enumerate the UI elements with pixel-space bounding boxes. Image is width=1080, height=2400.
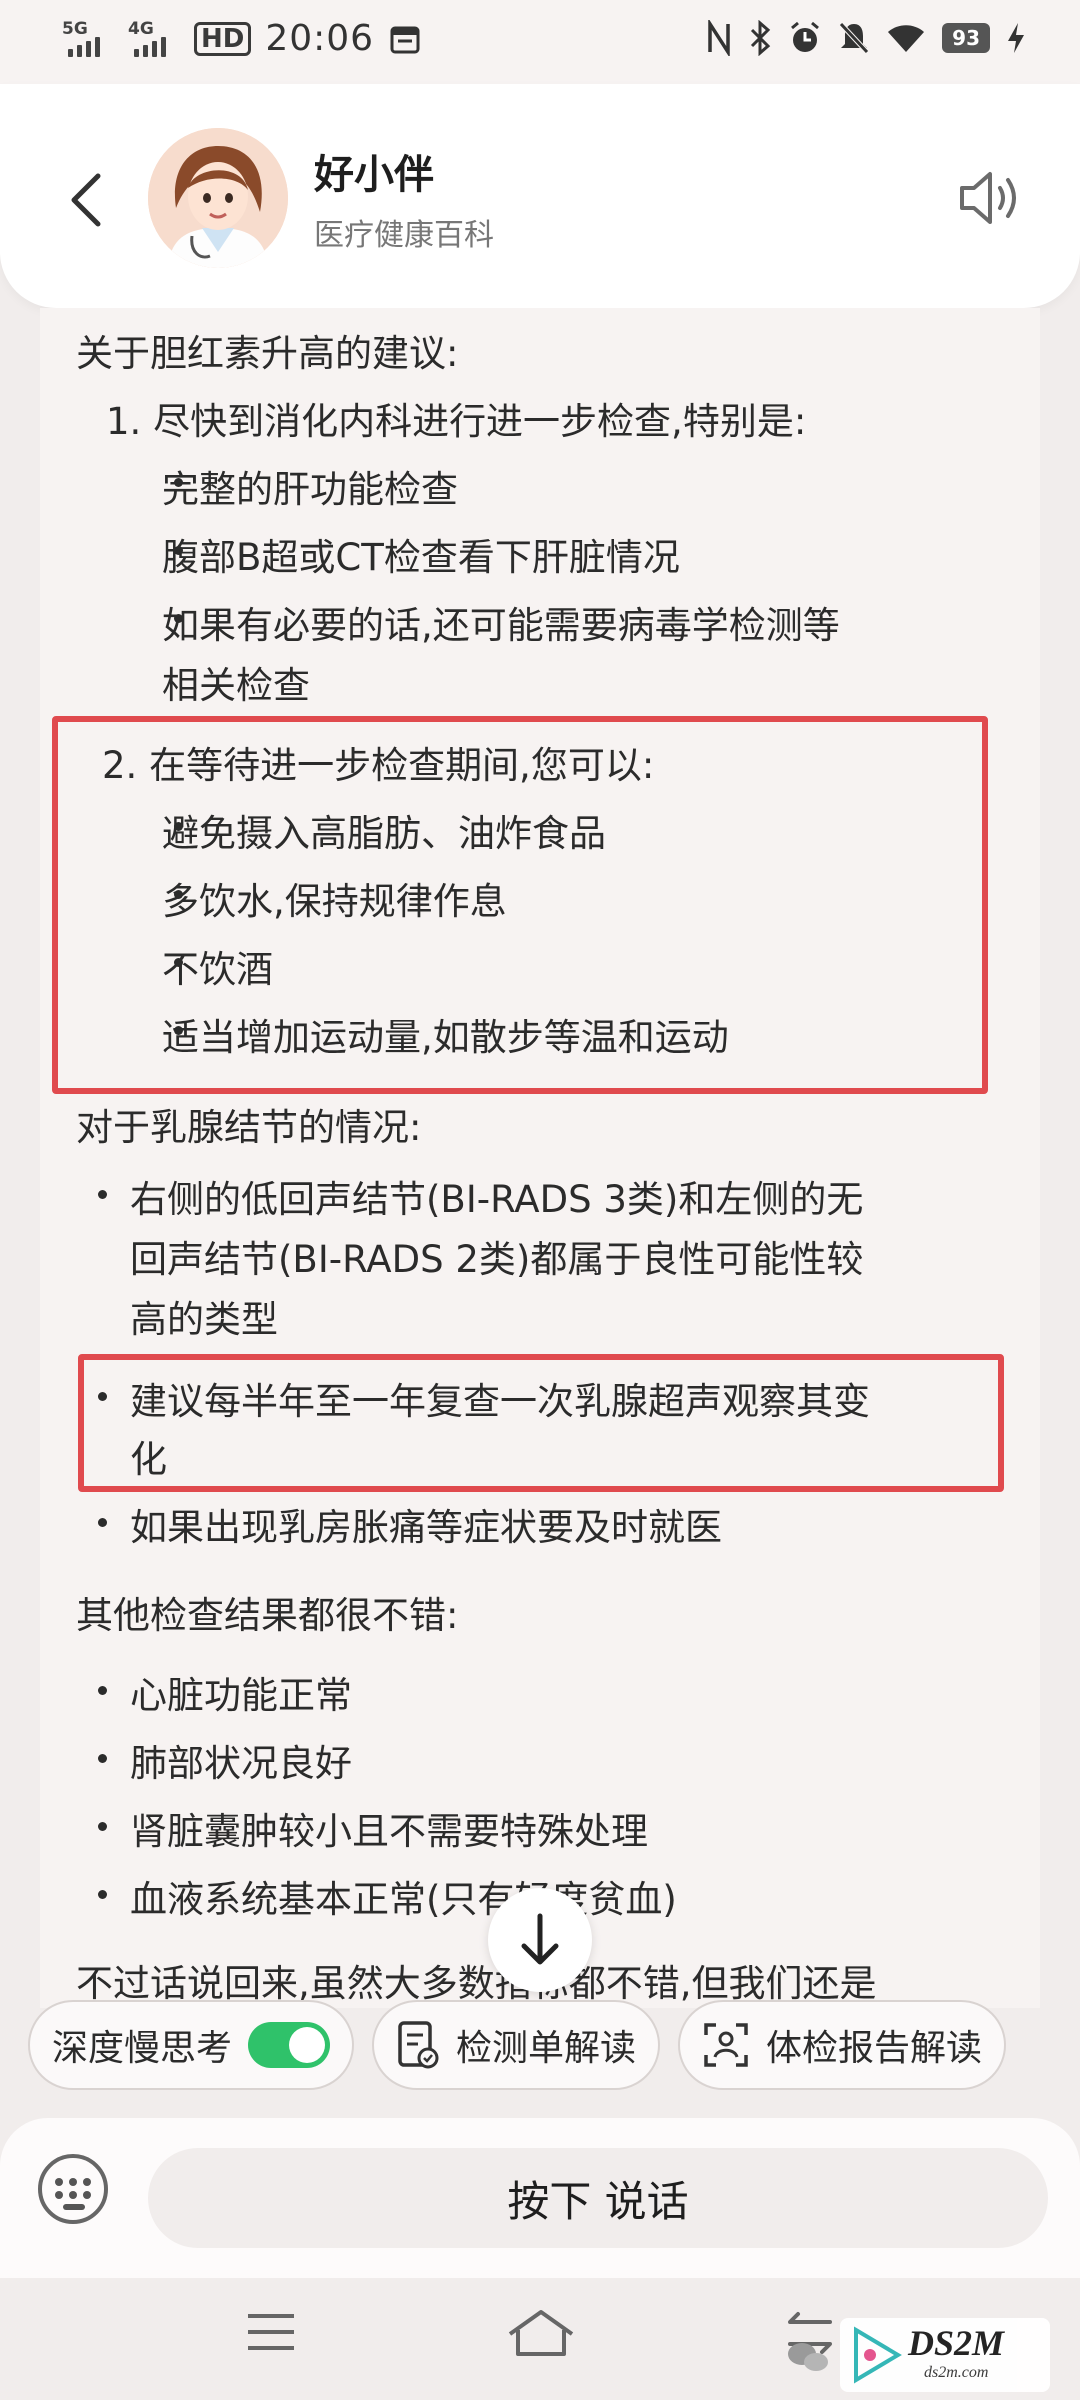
list-item-continued: 回声结节(BI-RADS 2类)都属于良性可能性较 — [130, 1238, 864, 1281]
signal-4g-label: 4G — [128, 18, 154, 39]
ds2m-logo-icon — [854, 2326, 902, 2384]
assistant-name: 好小伴 — [314, 152, 434, 198]
list-item: 肺部状况良好 — [130, 1742, 352, 1785]
checkup-report-label: 体检报告解读 — [766, 2028, 983, 2069]
list-item: 如果出现乳房胀痛等症状要及时就医 — [130, 1506, 722, 1549]
arrow-down-icon — [521, 1913, 559, 1965]
highlight-box — [78, 1354, 1004, 1492]
lab-report-chip[interactable]: 检测单解读 — [372, 2000, 661, 2090]
section-heading-bilirubin: 关于胆红素升高的建议: — [76, 332, 459, 375]
speaker-icon[interactable] — [956, 162, 1028, 234]
section-heading-others: 其他检查结果都很不错: — [76, 1594, 459, 1637]
list-item-continued: 高的类型 — [130, 1298, 278, 1341]
list-item-continued: 相关检查 — [162, 664, 310, 707]
lab-report-label: 检测单解读 — [456, 2028, 637, 2069]
charging-icon — [1008, 23, 1024, 53]
deep-think-label: 深度慢思考 — [52, 2028, 233, 2069]
signal-4g-icon: 4G — [128, 19, 180, 59]
hd-voice-icon: HD — [194, 21, 252, 56]
avatar[interactable] — [148, 128, 288, 268]
ds2m-watermark: DS2M ds2m.com — [840, 2318, 1050, 2392]
status-bar: 5G 4G HD 20:06 93 — [0, 0, 1080, 84]
list-item: 肾脏囊肿较小且不需要特殊处理 — [130, 1810, 648, 1853]
bluetooth-icon — [751, 20, 771, 56]
document-check-icon — [398, 2021, 439, 2069]
watermark-url: ds2m.com — [924, 2364, 989, 2381]
signal-5g-icon: 5G — [62, 19, 114, 59]
input-bar: 按下 说话 — [0, 2118, 1080, 2278]
alarm-icon — [791, 21, 820, 52]
list-item: 腹部B超或CT检查看下肝脏情况 — [162, 536, 680, 579]
nfc-icon — [708, 20, 730, 56]
section-heading-breast: 对于乳腺结节的情况: — [76, 1106, 422, 1149]
hold-to-talk-button[interactable]: 按下 说话 — [148, 2148, 1048, 2248]
deep-think-toggle[interactable] — [248, 2022, 331, 2068]
list-item: 如果有必要的话,还可能需要病毒学检测等 — [162, 604, 840, 647]
watermark-brand: DS2M — [908, 2323, 1005, 2363]
back-arrow-icon[interactable] — [66, 170, 106, 230]
calendar-icon — [390, 26, 420, 53]
ordered-item-1: 1. 尽快到消化内科进行进一步检查,特别是: — [106, 400, 807, 443]
screen: 5G 4G HD 20:06 93 好小伴 医疗健康百科 关于胆红素升高的建议:… — [0, 0, 1080, 2400]
person-scan-icon — [704, 2023, 748, 2067]
list-item: 完整的肝功能检查 — [162, 468, 458, 511]
home-icon[interactable] — [506, 2308, 576, 2360]
status-time: 20:06 — [265, 18, 375, 59]
chat-header: 好小伴 医疗健康百科 — [0, 84, 1080, 308]
menu-icon[interactable] — [244, 2308, 298, 2356]
wechat-logo-icon — [788, 2343, 828, 2371]
deep-think-chip[interactable]: 深度慢思考 — [28, 2000, 355, 2090]
quick-action-chips: 深度慢思考 检测单解读 体检报告解读 — [28, 2000, 1007, 2096]
signal-5g-label: 5G — [62, 18, 88, 39]
battery-level: 93 — [942, 23, 990, 53]
scroll-to-bottom-button[interactable] — [488, 1888, 592, 1992]
highlight-box — [52, 716, 988, 1094]
mute-icon — [839, 22, 869, 54]
assistant-subtitle: 医疗健康百科 — [314, 218, 494, 253]
list-item: 心脏功能正常 — [130, 1674, 352, 1717]
list-item: 右侧的低回声结节(BI-RADS 3类)和左侧的无 — [130, 1178, 864, 1221]
wifi-icon — [888, 25, 925, 52]
keyboard-toggle-button[interactable] — [38, 2154, 108, 2224]
checkup-report-chip[interactable]: 体检报告解读 — [678, 2000, 1007, 2090]
